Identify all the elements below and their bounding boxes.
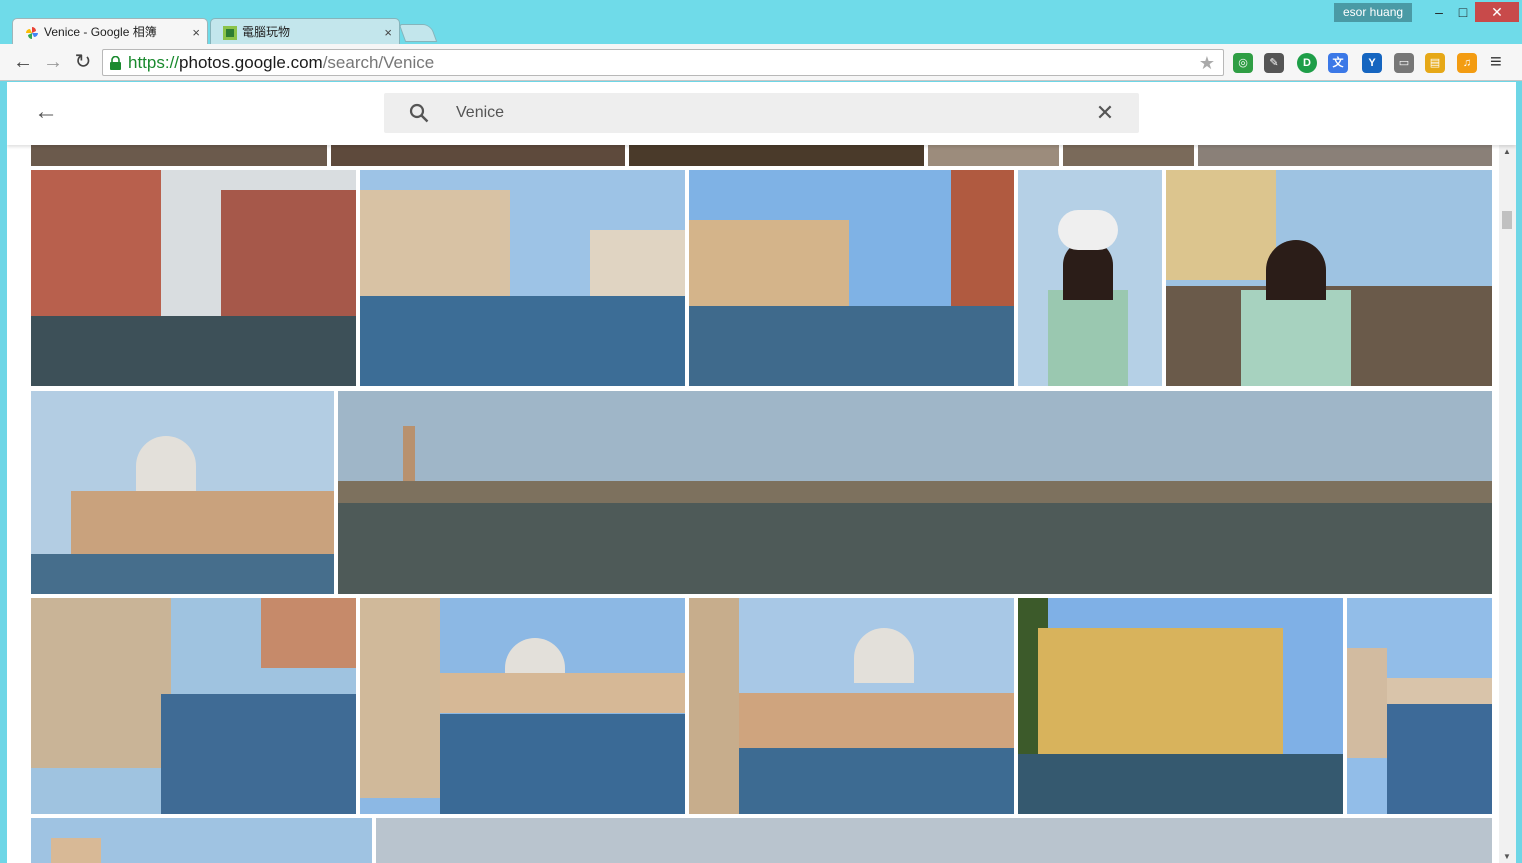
back-icon[interactable]: ← <box>10 49 36 75</box>
photo-thumbnail[interactable] <box>1018 170 1162 386</box>
tab-venice[interactable]: Venice - Google 相簿 × <box>12 18 208 45</box>
search-input[interactable] <box>456 93 1056 133</box>
lock-icon <box>110 56 121 70</box>
url-path: /search/Venice <box>322 53 435 72</box>
photo-thumbnail[interactable] <box>1018 598 1343 814</box>
photo-thumbnail[interactable] <box>338 391 1492 594</box>
address-bar[interactable]: https://photos.google.com/search/Venice … <box>102 49 1224 76</box>
idea-extension-icon[interactable]: D <box>1297 53 1317 73</box>
photo-thumbnail[interactable] <box>31 391 334 594</box>
site-favicon-icon <box>223 26 237 40</box>
photo-thumbnail[interactable] <box>31 598 356 814</box>
maximize-button[interactable]: □ <box>1452 2 1474 22</box>
photo-thumbnail[interactable] <box>360 598 685 814</box>
forward-icon[interactable]: → <box>40 49 66 75</box>
page-scrollbar[interactable]: ▲ ▼ <box>1499 145 1516 863</box>
search-icon <box>409 103 429 123</box>
photo-thumbnail[interactable] <box>31 818 372 863</box>
photo-thumbnail[interactable] <box>360 170 685 386</box>
translate-extension-icon[interactable]: 文 <box>1328 53 1348 73</box>
reload-icon[interactable]: ↻ <box>70 49 96 75</box>
photo-thumbnail[interactable] <box>1063 145 1194 166</box>
chrome-menu-icon[interactable]: ≡ <box>1490 52 1508 73</box>
url-text: https://photos.google.com/search/Venice <box>128 50 434 75</box>
url-host: photos.google.com <box>179 53 323 72</box>
google-photos-icon <box>26 27 38 39</box>
photos-search-header: ← ✕ <box>7 82 1516 145</box>
cast-extension-icon[interactable]: ▭ <box>1394 53 1414 73</box>
scroll-up-arrow-icon[interactable]: ▲ <box>1503 147 1511 156</box>
photo-thumbnail[interactable] <box>331 145 625 166</box>
tab-close-icon[interactable]: × <box>384 19 392 46</box>
clear-search-icon[interactable]: ✕ <box>1093 101 1117 125</box>
photo-thumbnail[interactable] <box>629 145 924 166</box>
url-scheme: https:// <box>128 53 180 72</box>
photo-thumbnail[interactable] <box>1198 145 1492 166</box>
photo-thumbnail[interactable] <box>1347 598 1492 814</box>
minimize-button[interactable]: – <box>1426 2 1452 22</box>
photo-thumbnail[interactable] <box>376 818 1492 863</box>
back-arrow-icon[interactable]: ← <box>33 99 59 125</box>
search-box[interactable]: ✕ <box>384 93 1139 133</box>
photo-thumbnail[interactable] <box>1166 170 1492 386</box>
sync-extension-icon[interactable]: ◎ <box>1233 53 1253 73</box>
tab-title: Venice - Google 相簿 <box>44 25 157 39</box>
tab-close-icon[interactable]: × <box>192 19 200 46</box>
photo-thumbnail[interactable] <box>31 170 356 386</box>
scroll-thumb[interactable] <box>1502 211 1512 229</box>
scroll-down-arrow-icon[interactable]: ▼ <box>1503 852 1511 861</box>
y-extension-icon[interactable]: Y <box>1362 53 1382 73</box>
clipboard-extension-icon[interactable]: ▤ <box>1425 53 1445 73</box>
photo-thumbnail[interactable] <box>31 145 327 166</box>
photo-thumbnail[interactable] <box>689 598 1014 814</box>
profile-user-badge[interactable]: esor huang <box>1334 3 1413 22</box>
photos-page: ← ✕ <box>7 82 1516 863</box>
tab-diannao-wanwu[interactable]: 電腦玩物 × <box>210 18 400 45</box>
audio-extension-icon[interactable]: ♫ <box>1457 53 1477 73</box>
browser-toolbar: ← → ↻ https://photos.google.com/search/V… <box>0 44 1522 81</box>
evernote-extension-icon[interactable]: ✎ <box>1264 53 1284 73</box>
bookmark-star-icon[interactable]: ★ <box>1199 52 1215 74</box>
tab-title: 電腦玩物 <box>242 25 291 39</box>
photo-thumbnail[interactable] <box>928 145 1059 166</box>
close-window-button[interactable]: ✕ <box>1475 2 1519 22</box>
photo-thumbnail[interactable] <box>689 170 1014 386</box>
